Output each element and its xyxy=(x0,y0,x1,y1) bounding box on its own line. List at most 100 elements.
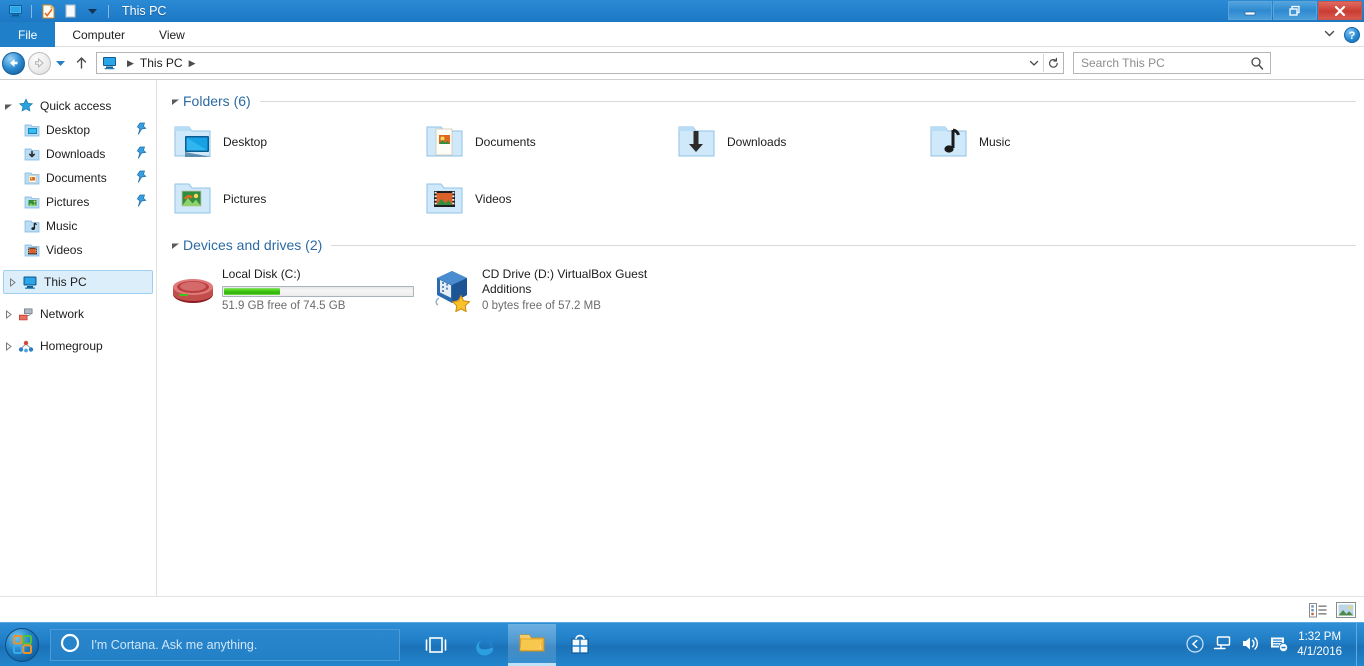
refresh-icon[interactable] xyxy=(1044,53,1063,73)
address-bar: ▶ This PC ▶ Search This PC xyxy=(0,47,1364,80)
cortana-search-box[interactable]: I'm Cortana. Ask me anything. xyxy=(50,628,400,661)
forward-button[interactable] xyxy=(26,50,52,76)
customize-dropdown-icon[interactable] xyxy=(82,2,102,20)
back-button[interactable] xyxy=(0,50,26,76)
clock-date: 4/1/2016 xyxy=(1297,646,1342,658)
sidebar-item-videos[interactable]: Videos xyxy=(0,238,156,262)
window-title: This PC xyxy=(122,4,167,18)
search-icon[interactable] xyxy=(1250,56,1264,74)
folder-item-downloads[interactable]: Downloads xyxy=(671,113,923,170)
properties-icon[interactable] xyxy=(38,2,58,20)
search-input[interactable]: Search This PC xyxy=(1074,56,1165,70)
drive-name: CD Drive (D:) VirtualBox Guest Additions xyxy=(482,267,648,296)
taskbar-buttons xyxy=(412,623,604,666)
large-icons-view-button[interactable] xyxy=(1336,602,1356,621)
chevron-down-icon[interactable] xyxy=(1323,27,1336,43)
pin-icon[interactable] xyxy=(136,194,147,210)
hard-disk-icon xyxy=(167,261,219,319)
cortana-icon xyxy=(51,632,81,657)
sidebar-item-label: Downloads xyxy=(46,147,106,161)
sidebar-item-this-pc[interactable]: This PC xyxy=(3,270,153,294)
volume-icon[interactable] xyxy=(1241,635,1260,655)
breadcrumb-item-this-pc[interactable]: This PC xyxy=(140,56,183,70)
breadcrumb-separator-icon-2[interactable]: ▶ xyxy=(183,58,202,69)
system-tray: 1:32 PM 4/1/2016 xyxy=(1186,623,1364,666)
status-bar xyxy=(0,596,1364,622)
folder-item-label: Downloads xyxy=(727,134,787,149)
tab-view[interactable]: View xyxy=(142,22,202,47)
expand-triangle-icon[interactable] xyxy=(0,309,16,319)
restore-button[interactable] xyxy=(1273,1,1317,20)
group-header-devices[interactable]: Devices and drives (2) xyxy=(167,233,1358,257)
sidebar-item-desktop[interactable]: Desktop xyxy=(0,118,156,142)
group-title: Devices and drives (2) xyxy=(183,237,323,253)
pin-icon[interactable] xyxy=(136,170,147,186)
drive-capacity-bar xyxy=(222,286,414,297)
close-button[interactable] xyxy=(1318,1,1362,20)
breadcrumb-right-controls xyxy=(1024,53,1063,73)
sidebar-item-music[interactable]: Music xyxy=(0,214,156,238)
sidebar-item-pictures[interactable]: Pictures xyxy=(0,190,156,214)
sidebar-item-network[interactable]: Network xyxy=(0,302,156,326)
show-desktop-button[interactable] xyxy=(1356,623,1364,666)
downloads-folder-icon xyxy=(22,147,42,162)
drive-free-space: 0 bytes free of 57.2 MB xyxy=(482,300,601,312)
sidebar-item-homegroup[interactable]: Homegroup xyxy=(0,334,156,358)
sidebar-item-documents[interactable]: Documents xyxy=(0,166,156,190)
new-folder-icon[interactable] xyxy=(60,2,80,20)
start-button[interactable] xyxy=(0,624,44,666)
folder-item-videos[interactable]: Videos xyxy=(419,170,671,227)
collapse-triangle-icon[interactable] xyxy=(167,97,183,106)
tab-file[interactable]: File xyxy=(0,22,56,47)
homegroup-icon xyxy=(16,339,36,354)
this-pc-icon[interactable] xyxy=(5,2,25,20)
cortana-placeholder[interactable]: I'm Cortana. Ask me anything. xyxy=(81,638,257,652)
window-controls xyxy=(1228,1,1362,20)
drive-item-local-disk-c[interactable]: Local Disk (C:) 51.9 GB free of 74.5 GB xyxy=(167,261,427,319)
folders-grid: Desktop Documents Downloads Music Pictur… xyxy=(167,113,1358,227)
tab-computer[interactable]: Computer xyxy=(55,22,142,47)
recent-locations-button[interactable] xyxy=(52,50,69,76)
store-button[interactable] xyxy=(556,624,604,666)
pin-icon[interactable] xyxy=(136,122,147,138)
up-button[interactable] xyxy=(69,50,93,76)
clock-time: 1:32 PM xyxy=(1298,631,1342,643)
file-list-pane[interactable]: Folders (6) Desktop Documents Downloads … xyxy=(157,80,1364,596)
edge-button[interactable] xyxy=(460,624,508,666)
task-view-button[interactable] xyxy=(412,624,460,666)
sidebar-item-quick-access[interactable]: Quick access xyxy=(0,94,156,118)
file-explorer-button[interactable] xyxy=(508,623,556,666)
help-icon[interactable]: ? xyxy=(1344,26,1360,43)
expand-triangle-icon[interactable] xyxy=(4,277,20,287)
sidebar-item-label: This PC xyxy=(44,275,87,289)
documents-folder-icon xyxy=(419,122,471,162)
sidebar-item-downloads[interactable]: Downloads xyxy=(0,142,156,166)
details-view-button[interactable] xyxy=(1309,602,1327,621)
group-divider xyxy=(259,100,1356,102)
folder-item-desktop[interactable]: Desktop xyxy=(167,113,419,170)
folder-item-documents[interactable]: Documents xyxy=(419,113,671,170)
minimize-button[interactable] xyxy=(1228,1,1272,20)
folder-item-label: Videos xyxy=(475,191,512,206)
pictures-folder-icon xyxy=(22,195,42,210)
search-box[interactable]: Search This PC xyxy=(1073,52,1271,74)
folder-item-pictures[interactable]: Pictures xyxy=(167,170,419,227)
sidebar-item-label: Network xyxy=(40,307,85,321)
view-buttons xyxy=(1309,602,1356,621)
network-icon[interactable] xyxy=(1213,635,1232,655)
quick-access-toolbar xyxy=(0,0,113,22)
folder-item-music[interactable]: Music xyxy=(923,113,1175,170)
drive-name: Local Disk (C:) xyxy=(222,267,301,281)
clock[interactable]: 1:32 PM 4/1/2016 xyxy=(1297,630,1356,660)
collapse-triangle-icon[interactable] xyxy=(0,102,16,111)
expand-triangle-icon[interactable] xyxy=(0,341,16,351)
show-hidden-icons-button[interactable] xyxy=(1186,634,1204,656)
breadcrumb-bar[interactable]: ▶ This PC ▶ xyxy=(96,52,1064,74)
drive-item-cd-drive-d[interactable]: CD Drive (D:) VirtualBox Guest Additions… xyxy=(427,261,687,319)
action-center-icon[interactable] xyxy=(1269,635,1289,656)
pin-icon[interactable] xyxy=(136,146,147,162)
drive-info: CD Drive (D:) VirtualBox Guest Additions… xyxy=(479,261,654,312)
group-header-folders[interactable]: Folders (6) xyxy=(167,89,1358,113)
collapse-triangle-icon[interactable] xyxy=(167,241,183,250)
previous-locations-icon[interactable] xyxy=(1024,53,1043,73)
